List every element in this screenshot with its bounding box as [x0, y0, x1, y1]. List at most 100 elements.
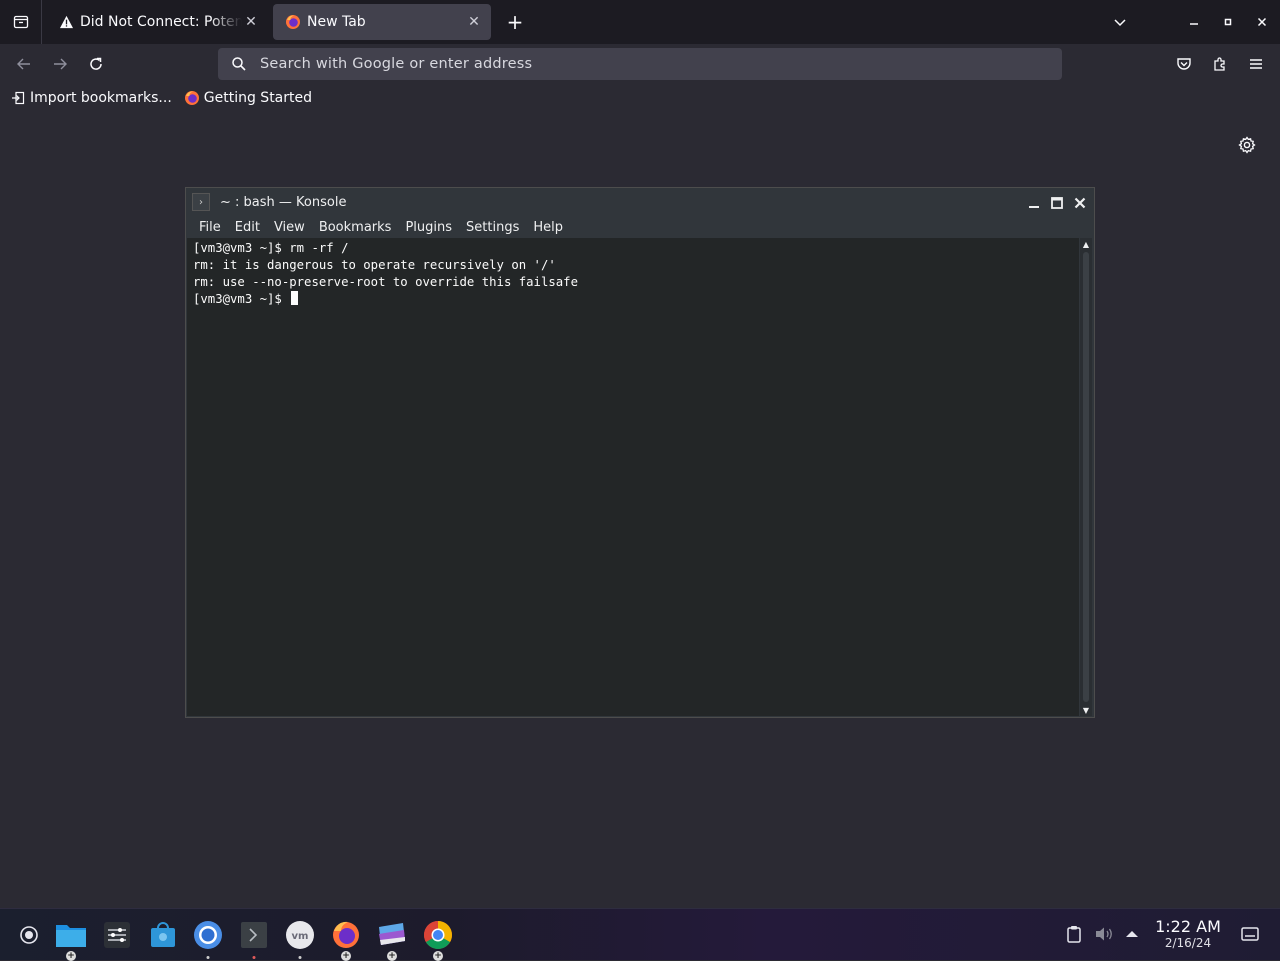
new-tab-button[interactable]: +	[502, 8, 528, 36]
menu-plugins[interactable]: Plugins	[398, 220, 459, 235]
menu-file[interactable]: File	[192, 220, 228, 235]
arrow-right-icon	[54, 58, 67, 70]
clipboard-icon	[1067, 926, 1081, 943]
menu-settings[interactable]: Settings	[459, 220, 526, 235]
bookmarks-toolbar: Import bookmarks... Getting Started	[0, 84, 1280, 112]
tab-new-tab[interactable]: New Tab ✕	[273, 4, 491, 40]
bookmark-label: Getting Started	[203, 90, 313, 106]
taskbar-system-settings[interactable]	[99, 917, 135, 953]
terminal-line: rm: use --no-preserve-root to override t…	[193, 275, 578, 289]
firefox-icon	[333, 921, 359, 948]
address-bar[interactable]	[218, 48, 1062, 80]
minimize-window-button[interactable]	[1177, 0, 1211, 44]
bookmark-label: Import bookmarks...	[30, 90, 172, 106]
close-icon	[1257, 17, 1267, 27]
warning-icon	[58, 14, 74, 30]
tray-expand-button[interactable]	[1121, 923, 1143, 945]
taskbar-software-store[interactable]	[145, 917, 181, 953]
extensions-button[interactable]	[1204, 48, 1236, 80]
running-indicator	[252, 956, 256, 959]
taskbar-konsole[interactable]	[236, 917, 272, 959]
tab-strip: Did Not Connect: Potential Security Issu…	[0, 0, 1280, 44]
terminal-scrollbar[interactable]: ▲ ▼	[1080, 238, 1092, 716]
taskbar: + vm + + + 1:22 AM 2/16/24	[0, 908, 1280, 961]
konsole-menubar: File Edit View Bookmarks Plugins Setting…	[186, 216, 1094, 238]
terminal-line: [vm3@vm3 ~]$ rm -rf /	[193, 241, 349, 255]
terminal-icon: ›	[192, 193, 210, 211]
maximize-window-button[interactable]	[1211, 0, 1245, 44]
bookmark-import[interactable]: Import bookmarks...	[10, 90, 172, 106]
konsole-close-button[interactable]	[1071, 194, 1089, 212]
url-input[interactable]	[260, 56, 1062, 72]
list-all-tabs-button[interactable]	[1103, 0, 1137, 44]
search-icon	[218, 56, 260, 72]
chevron-up-icon	[1126, 931, 1138, 937]
tab-title: New Tab	[307, 14, 366, 30]
maximize-icon	[1051, 197, 1063, 209]
clock-date: 2/16/24	[1164, 936, 1212, 950]
forward-button[interactable]	[44, 48, 76, 80]
maximize-icon	[1224, 18, 1232, 26]
konsole-titlebar[interactable]: › ~ : bash — Konsole	[186, 188, 1094, 216]
digital-clock[interactable]: 1:22 AM 2/16/24	[1152, 917, 1224, 950]
taskbar-discover[interactable]: +	[374, 917, 410, 961]
terminal-prompt: [vm3@vm3 ~]$	[193, 292, 290, 306]
discover-icon	[379, 923, 405, 945]
svg-text:vm: vm	[292, 931, 309, 942]
close-tab-icon[interactable]: ✕	[465, 13, 483, 31]
terminal-cursor	[291, 291, 299, 305]
page-settings-button[interactable]	[1236, 134, 1258, 156]
show-desktop-button[interactable]	[1239, 923, 1261, 945]
konsole-maximize-button[interactable]	[1048, 194, 1066, 212]
scroll-track[interactable]	[1083, 252, 1089, 702]
plus-icon: +	[506, 10, 524, 34]
konsole-window[interactable]: › ~ : bash — Konsole File Edit View Book…	[185, 187, 1095, 718]
reload-icon	[90, 57, 102, 70]
app-menu-button[interactable]	[1240, 48, 1272, 80]
scroll-up-arrow-icon[interactable]: ▲	[1080, 238, 1092, 250]
app-launcher-icon	[20, 926, 38, 944]
settings-sliders-icon	[104, 922, 130, 948]
arrow-left-icon	[17, 58, 30, 70]
folder-icon	[56, 925, 86, 947]
app-launcher-button[interactable]	[11, 917, 47, 953]
taskbar-file-manager[interactable]: +	[53, 917, 89, 961]
menu-view[interactable]: View	[267, 220, 312, 235]
import-icon	[10, 90, 26, 106]
firefox-view-button[interactable]	[0, 0, 42, 44]
close-tab-icon[interactable]: ✕	[242, 13, 260, 31]
close-window-button[interactable]	[1245, 0, 1279, 44]
konsole-minimize-button[interactable]	[1025, 194, 1043, 212]
taskbar-firefox[interactable]: +	[328, 917, 364, 961]
menu-help[interactable]: Help	[526, 220, 570, 235]
taskbar-vmware[interactable]: vm	[282, 917, 318, 959]
konsole-window-title: ~ : bash — Konsole	[220, 194, 347, 210]
tray-volume[interactable]	[1093, 923, 1115, 945]
running-indicator	[298, 956, 302, 959]
taskbar-chrome[interactable]: +	[420, 917, 456, 961]
back-button[interactable]	[8, 48, 40, 80]
vmware-icon: vm	[286, 921, 314, 949]
hamburger-menu-icon	[1250, 59, 1262, 69]
chromium-icon	[194, 921, 222, 949]
terminal-output[interactable]: [vm3@vm3 ~]$ rm -rf / rm: it is dangerous…	[187, 238, 1079, 716]
reload-button[interactable]	[80, 48, 112, 80]
running-indicator	[206, 956, 210, 959]
minimize-icon	[1029, 206, 1039, 208]
pocket-icon	[1177, 58, 1191, 70]
terminal-line: rm: it is dangerous to operate recursive…	[193, 258, 556, 272]
menu-bookmarks[interactable]: Bookmarks	[312, 220, 399, 235]
taskbar-chromium[interactable]	[190, 917, 226, 959]
navigation-toolbar	[0, 44, 1280, 84]
menu-edit[interactable]: Edit	[228, 220, 267, 235]
show-desktop-icon	[1241, 927, 1259, 941]
chrome-icon	[424, 921, 452, 949]
tray-clipboard[interactable]	[1063, 923, 1085, 945]
clock-time: 1:22 AM	[1155, 917, 1221, 936]
terminal-icon	[241, 922, 267, 948]
bookmark-getting-started[interactable]: Getting Started	[184, 90, 312, 106]
pocket-button[interactable]	[1168, 48, 1200, 80]
scroll-down-arrow-icon[interactable]: ▼	[1080, 704, 1092, 716]
firefox-icon	[184, 90, 200, 106]
tab-did-not-connect[interactable]: Did Not Connect: Potential Security Issu…	[46, 4, 268, 40]
